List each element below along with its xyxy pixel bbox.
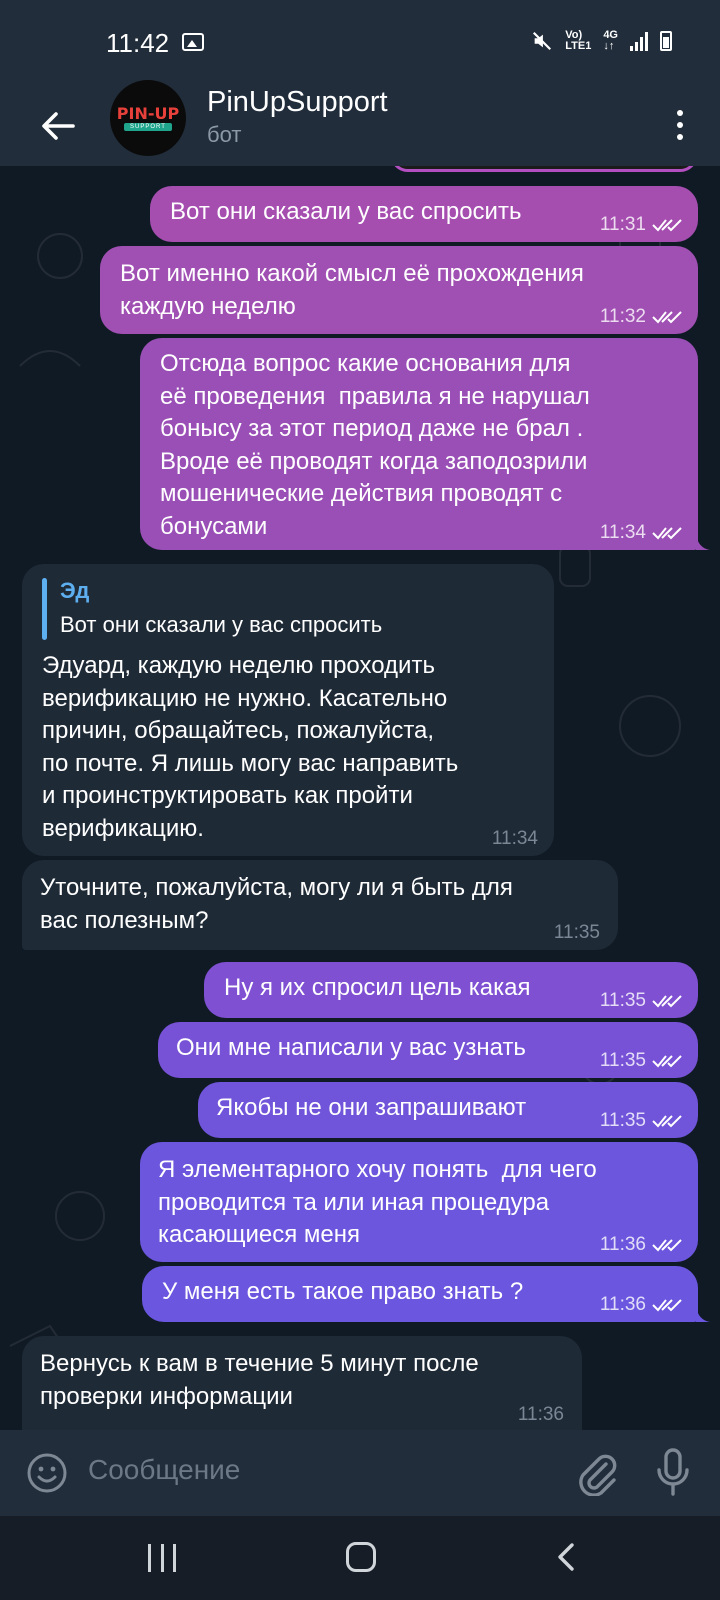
double-check-icon (652, 1115, 682, 1128)
message-text: Отсюда вопрос какие основания для её про… (160, 350, 590, 540)
bar-icon (173, 1544, 176, 1572)
double-check-icon (652, 311, 682, 324)
message-text: Они мне написали у вас узнать (176, 1034, 526, 1061)
microphone-icon[interactable] (656, 1448, 690, 1498)
message-meta: 11:35 (600, 990, 682, 1012)
chat-header: PIN-UP SUPPORT PinUpSupport бот (0, 80, 720, 166)
message-text: Эдуард, каждую неделю проходить верифика… (42, 652, 459, 842)
data-indicator: 4G ↓↑ (603, 29, 618, 52)
message-meta: 11:35 (600, 1110, 682, 1132)
message-time: 11:32 (599, 306, 646, 327)
message-text: Я элементарного хочу понять для чего про… (158, 1156, 597, 1248)
message-outgoing[interactable]: Они мне написали у вас узнать 11:35 (158, 1022, 698, 1078)
reply-bar (42, 578, 47, 640)
message-input-bar: Сообщение (0, 1430, 720, 1516)
status-time: 11:42 (106, 28, 170, 58)
message-time: 11:36 (599, 1234, 646, 1255)
status-icons: Vo) LTE1 4G ↓↑ (531, 30, 672, 52)
message-text: Якобы не они запрашивают (216, 1094, 527, 1121)
message-time: 11:35 (553, 922, 600, 943)
message-input[interactable]: Сообщение (88, 1454, 240, 1486)
message-time: 11:35 (599, 1050, 646, 1071)
battery-icon (660, 31, 672, 51)
back-nav-icon[interactable] (552, 1542, 582, 1572)
dot-icon (677, 134, 683, 140)
bar-icon (160, 1544, 164, 1572)
message-time: 11:34 (491, 828, 538, 849)
bar-icon (148, 1544, 151, 1572)
message-incoming[interactable]: Уточните, пожалуйста, могу ли я быть для… (22, 860, 618, 950)
double-check-icon (652, 1239, 682, 1252)
message-time: 11:36 (599, 1294, 646, 1315)
message-time: 11:31 (599, 214, 646, 235)
mute-icon (533, 31, 552, 51)
volte-indicator: Vo) LTE1 (565, 29, 592, 52)
status-bar: 11:42 Vo) LTE1 4G ↓↑ (0, 0, 720, 86)
message-time: 11:34 (599, 522, 646, 543)
reply-author[interactable]: Эд (60, 578, 89, 604)
reply-quote[interactable]: Вот они сказали у вас спросить (60, 612, 382, 638)
message-meta: 11:31 (600, 214, 682, 236)
message-meta: 11:36 (600, 1234, 682, 1256)
back-button[interactable] (30, 98, 86, 154)
message-meta: 11:34 (600, 522, 682, 544)
message-incoming[interactable]: Вернусь к вам в течение 5 минут после пр… (22, 1336, 582, 1430)
partial-media-bubble (390, 166, 698, 172)
message-outgoing[interactable]: У меня есть такое право знать ? 11:36 (142, 1266, 698, 1322)
message-time: 11:35 (599, 990, 646, 1011)
message-time: 11:36 (517, 1404, 564, 1425)
message-outgoing[interactable]: Ну я их спросил цель какая 11:35 (204, 962, 698, 1018)
message-time: 11:35 (599, 1110, 646, 1131)
message-outgoing[interactable]: Якобы не они запрашивают 11:35 (198, 1082, 698, 1138)
system-navigation-bar (0, 1516, 720, 1600)
recent-apps-button[interactable] (148, 1544, 176, 1572)
message-text: Ну я их спросил цель какая (224, 974, 531, 1001)
more-menu-button[interactable] (670, 100, 690, 150)
avatar-sub: SUPPORT (124, 122, 172, 131)
message-incoming[interactable]: Эд Вот они сказали у вас спросить Эдуард… (22, 564, 554, 856)
bubble-tail (696, 1306, 710, 1322)
home-button[interactable] (346, 1542, 376, 1572)
dot-icon (677, 110, 683, 116)
gallery-notification-icon (182, 33, 204, 51)
signal-icon (630, 31, 648, 51)
emoji-icon[interactable] (26, 1452, 68, 1494)
message-meta: 11:35 (600, 1050, 682, 1072)
dot-icon (677, 122, 683, 128)
double-check-icon (652, 527, 682, 540)
message-text: Вернусь к вам в течение 5 минут после пр… (40, 1350, 479, 1410)
message-outgoing[interactable]: Отсюда вопрос какие основания для её про… (140, 338, 698, 550)
message-outgoing[interactable]: Вот именно какой смысл её прохождения ка… (100, 246, 698, 334)
message-outgoing[interactable]: Вот они сказали у вас спросить 11:31 (150, 186, 698, 242)
message-meta: 11:36 (518, 1404, 564, 1426)
message-outgoing[interactable]: Я элементарного хочу понять для чего про… (140, 1142, 698, 1262)
message-meta: 11:36 (600, 1294, 682, 1316)
avatar[interactable]: PIN-UP SUPPORT (110, 80, 186, 156)
message-meta: 11:35 (554, 922, 600, 944)
chat-subtitle: бот (207, 122, 242, 147)
double-check-icon (652, 1055, 682, 1068)
arrow-left-icon (42, 112, 75, 140)
message-meta: 11:34 (492, 828, 538, 850)
message-meta: 11:32 (600, 306, 682, 328)
double-check-icon (652, 1299, 682, 1312)
chat-title[interactable]: PinUpSupport (207, 86, 388, 119)
paperclip-icon[interactable] (574, 1450, 618, 1496)
message-text: Вот они сказали у вас спросить (170, 198, 522, 225)
bubble-tail (696, 534, 710, 550)
avatar-logo: PIN-UP (116, 103, 180, 123)
message-text: Уточните, пожалуйста, могу ли я быть для… (40, 874, 513, 934)
message-text: У меня есть такое право знать ? (162, 1278, 524, 1305)
double-check-icon (652, 219, 682, 232)
chat-area[interactable]: Вот они сказали у вас спросить 11:31 Вот… (0, 166, 720, 1430)
message-text: Вот именно какой смысл её прохождения ка… (120, 260, 584, 320)
double-check-icon (652, 995, 682, 1008)
